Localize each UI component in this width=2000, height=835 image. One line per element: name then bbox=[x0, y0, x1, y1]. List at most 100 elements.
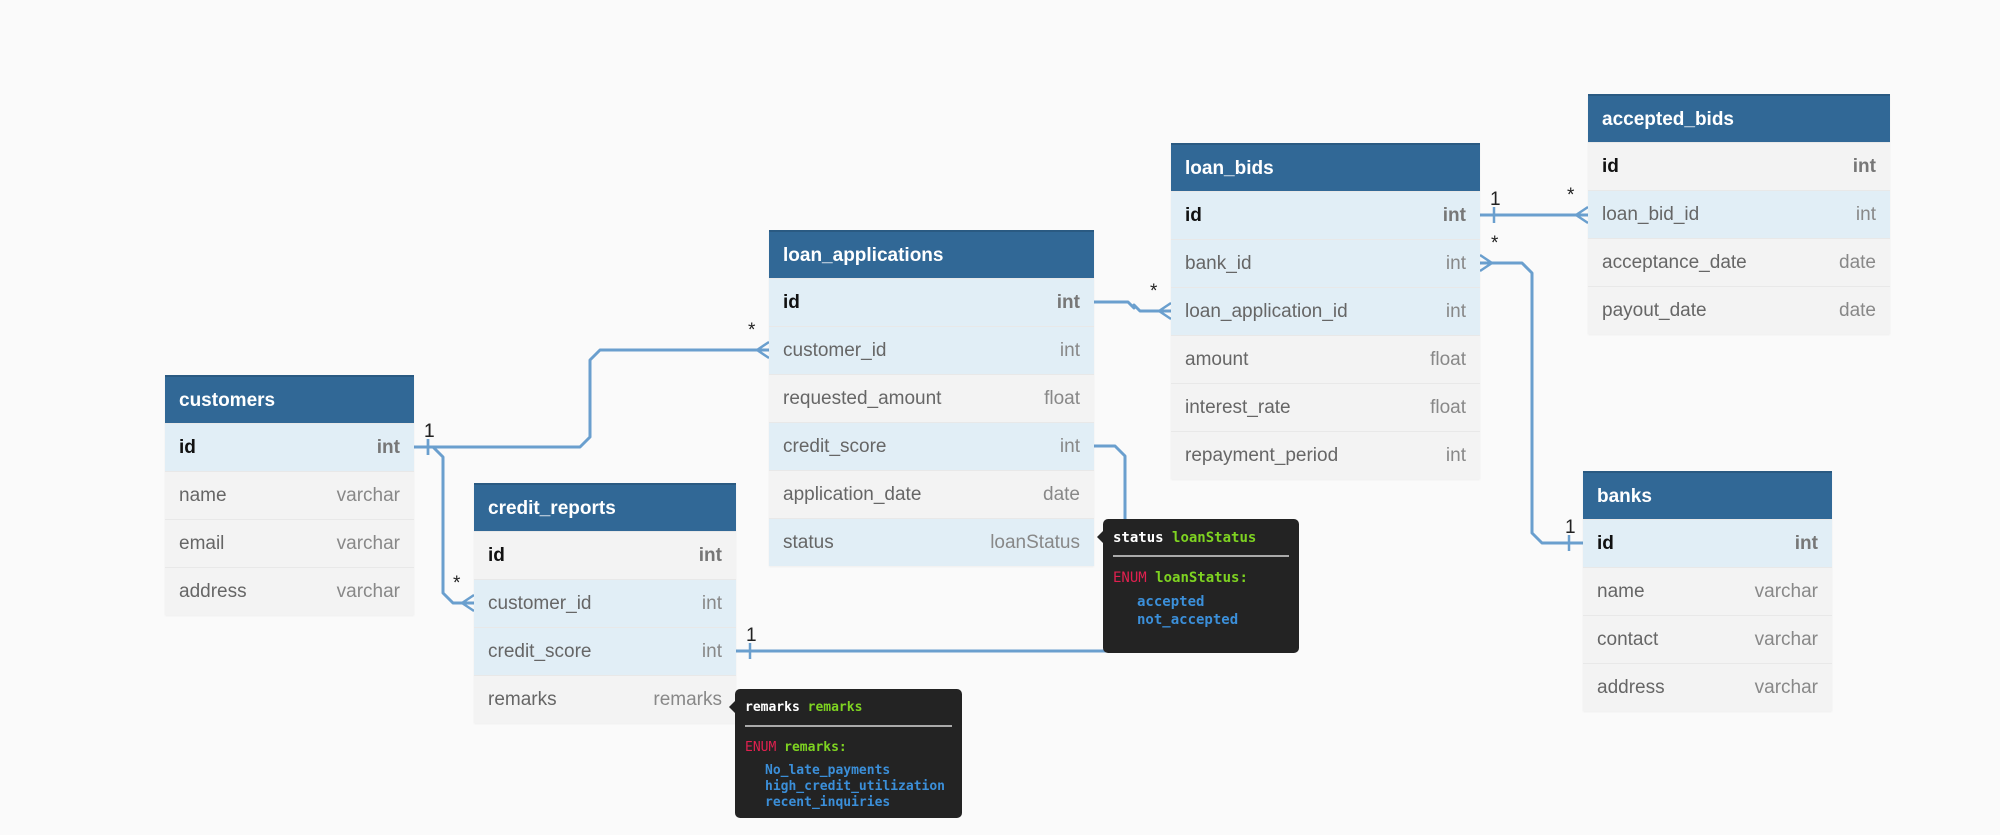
field-name: acceptance_date bbox=[1602, 251, 1747, 273]
field-row[interactable]: amount float bbox=[1171, 335, 1480, 383]
cardinality-label: * bbox=[1567, 185, 1575, 206]
field-type: date bbox=[1043, 483, 1080, 505]
field-name: application_date bbox=[783, 483, 922, 505]
field-type: float bbox=[1430, 396, 1466, 418]
field-row[interactable]: contact varchar bbox=[1583, 615, 1832, 663]
table-header[interactable]: banks bbox=[1583, 471, 1832, 519]
table-banks[interactable]: banks id int name varchar contact varchar addre… bbox=[1583, 471, 1832, 711]
field-name: credit_score bbox=[488, 640, 592, 662]
field-name: credit_score bbox=[783, 435, 887, 457]
field-row[interactable]: id int bbox=[1171, 191, 1480, 239]
field-row[interactable]: application_date date bbox=[769, 470, 1094, 518]
table-header[interactable]: loan_bids bbox=[1171, 143, 1480, 191]
field-name: loan_bid_id bbox=[1602, 203, 1700, 225]
field-row[interactable]: id int bbox=[165, 423, 414, 471]
field-row[interactable]: name varchar bbox=[165, 471, 414, 519]
cardinality-label: * bbox=[453, 573, 461, 594]
table-header[interactable]: loan_applications bbox=[769, 230, 1094, 278]
field-name: status bbox=[783, 531, 834, 553]
field-row[interactable]: address varchar bbox=[165, 567, 414, 615]
field-type: int bbox=[1445, 444, 1466, 466]
field-row[interactable]: name varchar bbox=[1583, 567, 1832, 615]
field-row[interactable]: credit_score int bbox=[474, 627, 736, 675]
field-row[interactable]: requested_amount float bbox=[769, 374, 1094, 422]
cardinality-label: * bbox=[1150, 281, 1158, 302]
field-name: amount bbox=[1185, 348, 1249, 370]
field-name: loan_application_id bbox=[1185, 300, 1348, 322]
field-row[interactable]: remarks remarks bbox=[474, 675, 736, 723]
field-name: name bbox=[1597, 580, 1645, 602]
field-row[interactable]: id int bbox=[769, 278, 1094, 326]
field-type: int bbox=[701, 592, 722, 614]
field-type: varchar bbox=[336, 580, 400, 602]
divider bbox=[1113, 555, 1289, 557]
field-name: payout_date bbox=[1602, 299, 1707, 321]
cardinality-label: * bbox=[748, 320, 756, 341]
field-name: id bbox=[179, 436, 196, 458]
field-row[interactable]: acceptance_date date bbox=[1588, 238, 1890, 286]
field-row[interactable]: status loanStatus bbox=[769, 518, 1094, 566]
relationship-line bbox=[414, 348, 769, 449]
field-name: contact bbox=[1597, 628, 1659, 650]
field-row[interactable]: id int bbox=[1588, 142, 1890, 190]
field-type: int bbox=[1855, 203, 1876, 225]
field-type: date bbox=[1839, 299, 1876, 321]
table-header[interactable]: credit_reports bbox=[474, 483, 736, 531]
field-name: interest_rate bbox=[1185, 396, 1291, 418]
table-customers[interactable]: customers id int name varchar email varchar add… bbox=[165, 375, 414, 615]
table-header[interactable]: customers bbox=[165, 375, 414, 423]
field-row[interactable]: address varchar bbox=[1583, 663, 1832, 711]
field-row[interactable]: repayment_period int bbox=[1171, 431, 1480, 479]
field-type: varchar bbox=[336, 532, 400, 554]
field-type: int bbox=[1794, 532, 1818, 554]
field-row[interactable]: email varchar bbox=[165, 519, 414, 567]
enum-name: loanStatus: bbox=[1155, 570, 1248, 586]
field-name: id bbox=[783, 291, 800, 313]
enum-value: high_credit_utilization bbox=[765, 779, 946, 794]
tooltip-type: loanStatus bbox=[1172, 530, 1257, 546]
field-name: id bbox=[488, 544, 505, 566]
field-name: repayment_period bbox=[1185, 444, 1339, 466]
field-type: varchar bbox=[1754, 676, 1818, 698]
field-type: int bbox=[698, 544, 722, 566]
field-row[interactable]: loan_bid_id int bbox=[1588, 190, 1890, 238]
table-credit-reports[interactable]: credit_reports id int customer_id int credit_… bbox=[474, 483, 736, 723]
divider bbox=[745, 725, 952, 727]
field-row[interactable]: id int bbox=[1583, 519, 1832, 567]
cardinality-label: 1 bbox=[1565, 517, 1576, 538]
tooltip-field: remarks bbox=[745, 700, 800, 715]
cardinality-label: * bbox=[1491, 233, 1499, 254]
table-header[interactable]: accepted_bids bbox=[1588, 94, 1890, 142]
enum-name: remarks: bbox=[784, 740, 847, 755]
field-row[interactable]: interest_rate float bbox=[1171, 383, 1480, 431]
field-row[interactable]: payout_date date bbox=[1588, 286, 1890, 334]
tooltip-remarks-enum: remarks remarks ENUM remarks: No_late_pa… bbox=[729, 689, 962, 818]
field-type: int bbox=[701, 640, 722, 662]
field-row[interactable]: bank_id int bbox=[1171, 239, 1480, 287]
field-type: int bbox=[1059, 435, 1080, 457]
field-type: float bbox=[1044, 387, 1080, 409]
enum-value: No_late_payments bbox=[765, 763, 891, 778]
field-name: email bbox=[179, 532, 225, 554]
table-loan-bids[interactable]: loan_bids id int bank_id int loan_application… bbox=[1171, 143, 1480, 479]
field-type: varchar bbox=[1754, 628, 1818, 650]
relationship-line bbox=[1480, 261, 1583, 545]
table-accepted-bids[interactable]: accepted_bids id int loan_bid_id int acceptan… bbox=[1588, 94, 1890, 334]
field-name: customer_id bbox=[783, 339, 887, 361]
field-name: address bbox=[1597, 676, 1665, 698]
field-type: date bbox=[1839, 251, 1876, 273]
field-row[interactable]: customer_id int bbox=[474, 579, 736, 627]
field-row[interactable]: id int bbox=[474, 531, 736, 579]
field-type: int bbox=[1056, 291, 1080, 313]
field-type: varchar bbox=[1754, 580, 1818, 602]
field-row[interactable]: credit_score int bbox=[769, 422, 1094, 470]
table-loan-applications[interactable]: loan_applications id int customer_id int requ… bbox=[769, 230, 1094, 566]
tooltip-status-enum: status loanStatus ENUM loanStatus: accep… bbox=[1097, 519, 1299, 653]
field-row[interactable]: customer_id int bbox=[769, 326, 1094, 374]
field-row[interactable]: loan_application_id int bbox=[1171, 287, 1480, 335]
field-name: remarks bbox=[488, 688, 557, 710]
field-type: float bbox=[1430, 348, 1466, 370]
field-type: remarks bbox=[653, 688, 722, 710]
cardinality-label: 1 bbox=[746, 625, 757, 646]
tooltip-field: status bbox=[1113, 530, 1164, 546]
